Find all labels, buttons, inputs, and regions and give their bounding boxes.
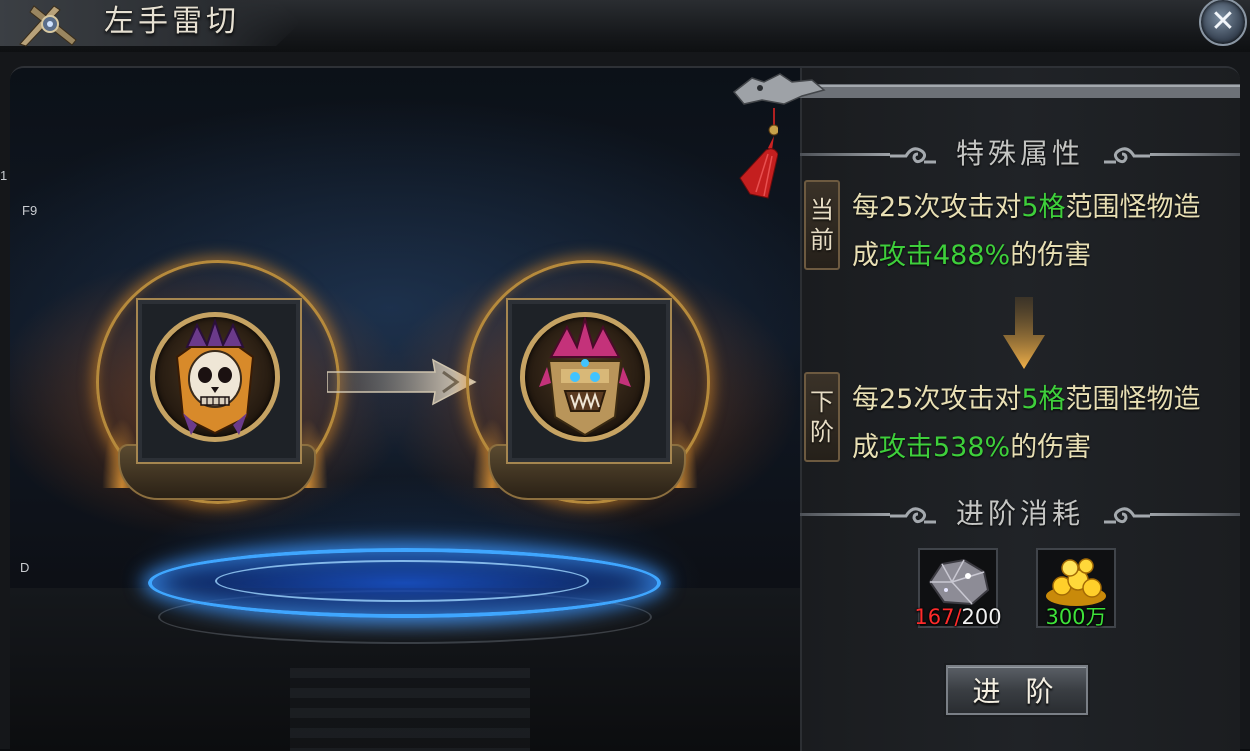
cloud-ornament-icon — [1104, 147, 1150, 164]
next-tier-tag: 下 阶 — [804, 372, 840, 462]
next-tag-char: 阶 — [810, 418, 834, 446]
header-divider — [1150, 153, 1240, 156]
crossed-blades-icon — [19, 5, 77, 47]
current-tag-char: 当 — [810, 196, 834, 224]
gold-quantity: 300万 — [1045, 605, 1107, 629]
side-label-d: D — [20, 560, 30, 575]
cloud-ornament-icon — [1104, 507, 1150, 524]
current-tag: 当 前 — [804, 180, 840, 270]
attribute-line-2: 成攻击488%的伤害 — [852, 240, 1092, 271]
dragon-gauntlet-icon — [539, 317, 631, 437]
current-item-frame[interactable] — [96, 260, 340, 508]
attribute-line-2: 成攻击538%的伤害 — [852, 432, 1092, 463]
upgrade-arrow-icon — [327, 358, 477, 406]
attribute-line-1: 每25次攻击对5格范围怪物造 — [852, 384, 1201, 415]
skull-gauntlet-icon — [175, 317, 255, 435]
current-tag-char: 前 — [810, 226, 834, 254]
item-medallion — [150, 312, 280, 442]
side-label-f9: F9 — [22, 203, 38, 218]
gold-coins-icon — [1046, 558, 1106, 606]
close-icon: ✕ — [1210, 4, 1236, 39]
cost-item-ore[interactable]: 167/200 — [914, 548, 1002, 629]
window-title: 左手雷切 — [104, 4, 240, 39]
special-attributes-header: 特殊属性 — [800, 134, 1240, 174]
item-medallion — [520, 312, 650, 442]
current-attribute-text: 每25次攻击对5格范围怪物造 成攻击488%的伤害 — [852, 184, 1247, 280]
ore-quantity: 167/200 — [914, 605, 1002, 629]
header-divider — [1150, 513, 1240, 516]
title-bar: 左手雷切 ✕ — [0, 0, 1250, 54]
dragon-rod-decoration — [732, 73, 1240, 105]
next-attribute-text: 每25次攻击对5格范围怪物造 成攻击538%的伤害 — [852, 376, 1247, 472]
next-tag-char: 下 — [810, 388, 834, 416]
advance-cost-header: 进阶消耗 — [800, 494, 1240, 534]
ore-icon — [928, 558, 990, 606]
next-item-frame[interactable] — [466, 260, 710, 508]
down-arrow-icon — [1003, 297, 1045, 369]
red-tassel-decoration — [739, 108, 778, 199]
attribute-line-1: 每25次攻击对5格范围怪物造 — [852, 192, 1201, 223]
platform-inner-ring — [215, 560, 589, 602]
advance-button[interactable]: 进 阶 — [946, 665, 1088, 715]
close-button[interactable]: ✕ — [1199, 0, 1247, 46]
scene-stairs — [290, 668, 530, 751]
cost-item-gold[interactable]: 300万 — [1036, 548, 1116, 629]
side-label-1: 1 — [0, 168, 8, 183]
